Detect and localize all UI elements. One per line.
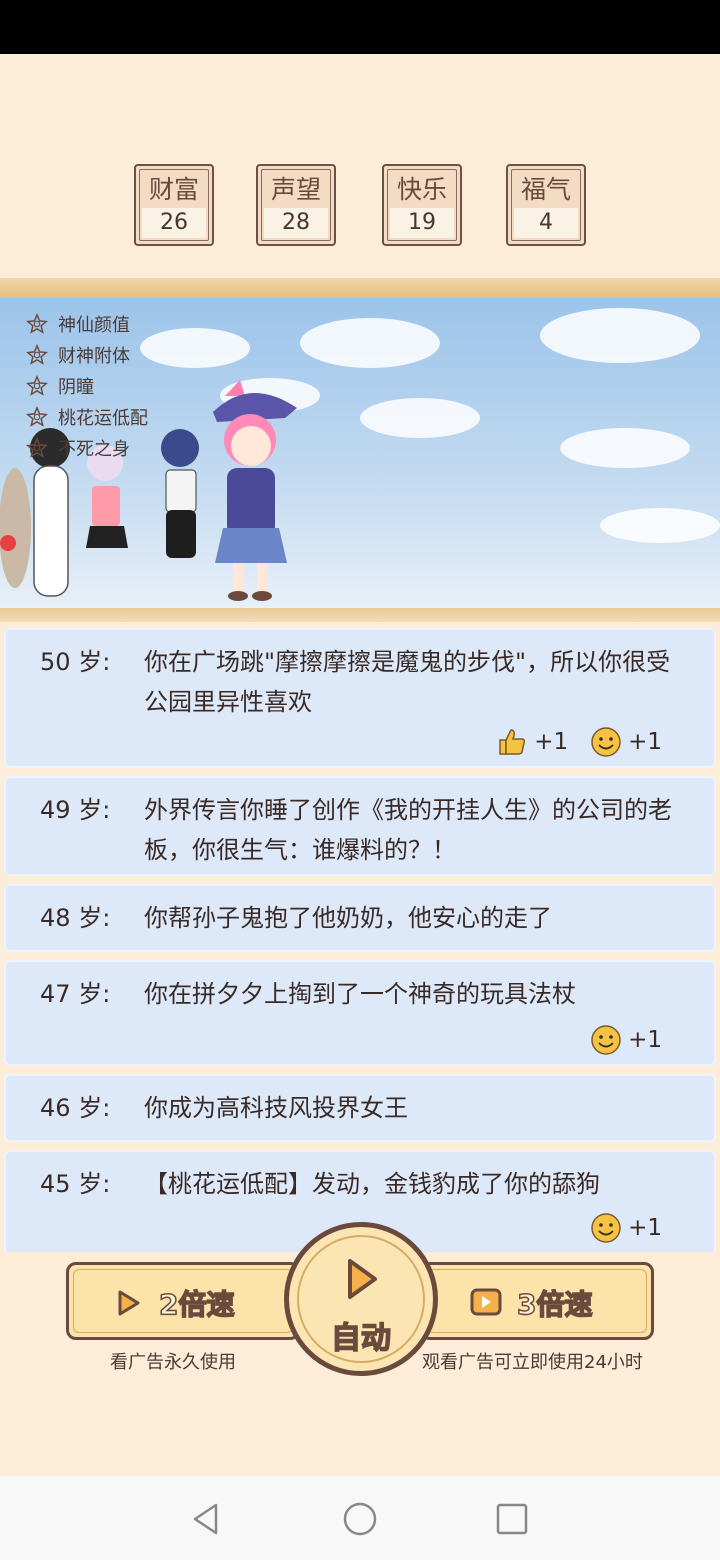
talent-item: 阴瞳: [26, 370, 148, 401]
star-icon: [26, 374, 48, 396]
event-text: 外界传言你睡了创作《我的开挂人生》的公司的老板，你很生气：谁爆料的？！: [144, 796, 672, 864]
auto-play-button[interactable]: 自动: [284, 1222, 438, 1376]
age-label: 49 岁:: [40, 796, 111, 824]
event-text: 你帮孙子鬼抱了他奶奶，他安心的走了: [144, 904, 552, 932]
talent-list: 神仙颜值 财神附体 阴瞳 桃花运低配 不死之身: [26, 308, 148, 463]
talent-item: 财神附体: [26, 339, 148, 370]
event-text: 【桃花运低配】发动，金钱豹成了你的舔狗: [144, 1170, 600, 1198]
talent-item: 桃花运低配: [26, 401, 148, 432]
log-entry: 50 岁: 你在广场跳"摩擦摩擦是魔鬼的步伐"，所以你很受公园里异性喜欢 +1 …: [4, 628, 716, 768]
age-label: 46 岁:: [40, 1094, 111, 1122]
smile-icon: [591, 727, 621, 757]
recents-icon[interactable]: [496, 1503, 528, 1535]
play-icon: [348, 1259, 377, 1299]
event-text: 你成为高科技风投界女王: [144, 1094, 408, 1122]
life-event-log[interactable]: 50 岁: 你在广场跳"摩擦摩擦是魔鬼的步伐"，所以你很受公园里异性喜欢 +1 …: [0, 622, 720, 1252]
speed-2x-label: 2倍速: [158, 1287, 235, 1322]
event-text: 你在拼夕夕上掏到了一个神奇的玩具法杖: [144, 980, 576, 1008]
home-icon[interactable]: [343, 1502, 377, 1536]
speed-3x-caption: 观看广告可立即使用24小时: [422, 1352, 643, 1373]
auto-play-label: 自动: [330, 1320, 392, 1357]
stat-reputation-value: 28: [264, 208, 328, 238]
talent-label: 桃花运低配: [58, 407, 148, 429]
stat-happiness-value: 19: [390, 208, 454, 238]
video-ad-icon: [470, 1288, 502, 1316]
talent-item: 神仙颜值: [26, 308, 148, 339]
talent-label: 神仙颜值: [58, 314, 130, 336]
back-icon[interactable]: [190, 1502, 222, 1536]
talent-label: 不死之身: [58, 438, 130, 460]
stat-fortune: 福气 4: [506, 164, 586, 246]
status-bar: [0, 0, 720, 54]
age-label: 47 岁:: [40, 980, 111, 1008]
bonus-item: +1: [496, 726, 568, 758]
stat-happiness: 快乐 19: [382, 164, 462, 246]
main-character: [213, 380, 297, 601]
stat-reputation-label: 声望: [270, 175, 321, 204]
star-icon: [26, 312, 48, 334]
age-label: 50 岁:: [40, 648, 111, 676]
speed-2x-caption: 看广告永久使用: [110, 1352, 236, 1373]
log-entry: 47 岁: 你在拼夕夕上掏到了一个神奇的玩具法杖 +1: [4, 960, 716, 1066]
star-icon: [26, 436, 48, 458]
ornament-band-top: [0, 278, 720, 298]
age-label: 48 岁:: [40, 904, 111, 932]
log-entry: 48 岁: 你帮孙子鬼抱了他奶奶，他安心的走了: [4, 884, 716, 952]
stat-fortune-label: 福气: [520, 175, 571, 204]
bonus-item: +1: [590, 1024, 662, 1056]
smile-icon: [591, 1025, 621, 1055]
event-text: 你在广场跳"摩擦摩擦是魔鬼的步伐"，所以你很受公园里异性喜欢: [144, 648, 671, 716]
log-entry: 49 岁: 外界传言你睡了创作《我的开挂人生》的公司的老板，你很生气：谁爆料的？…: [4, 776, 716, 876]
ornament-band-bottom: [0, 608, 720, 622]
speed-2x-button[interactable]: 2倍速: [66, 1262, 300, 1340]
talent-label: 阴瞳: [58, 376, 94, 398]
system-nav-bar: [0, 1476, 720, 1560]
speed-3x-label: 3倍速: [516, 1287, 593, 1322]
play-icon: [118, 1290, 140, 1316]
stat-wealth: 财富 26: [134, 164, 214, 246]
log-entry: 46 岁: 你成为高科技风投界女王: [4, 1074, 716, 1142]
star-icon: [26, 343, 48, 365]
stat-fortune-value: 4: [514, 208, 578, 238]
talent-label: 财神附体: [58, 345, 130, 367]
thumbs-up-icon: [499, 729, 526, 755]
star-icon: [26, 405, 48, 427]
smile-icon: [591, 1213, 621, 1243]
age-label: 45 岁:: [40, 1170, 111, 1198]
stat-wealth-label: 财富: [148, 175, 199, 204]
bonus-item: +1: [590, 1212, 662, 1244]
talent-item: 不死之身: [26, 432, 148, 463]
stat-reputation: 声望 28: [256, 164, 336, 246]
stat-happiness-label: 快乐: [396, 175, 447, 204]
speed-3x-button[interactable]: 3倍速: [420, 1262, 654, 1340]
stat-wealth-value: 26: [142, 208, 206, 238]
bonus-item: +1: [590, 726, 662, 758]
